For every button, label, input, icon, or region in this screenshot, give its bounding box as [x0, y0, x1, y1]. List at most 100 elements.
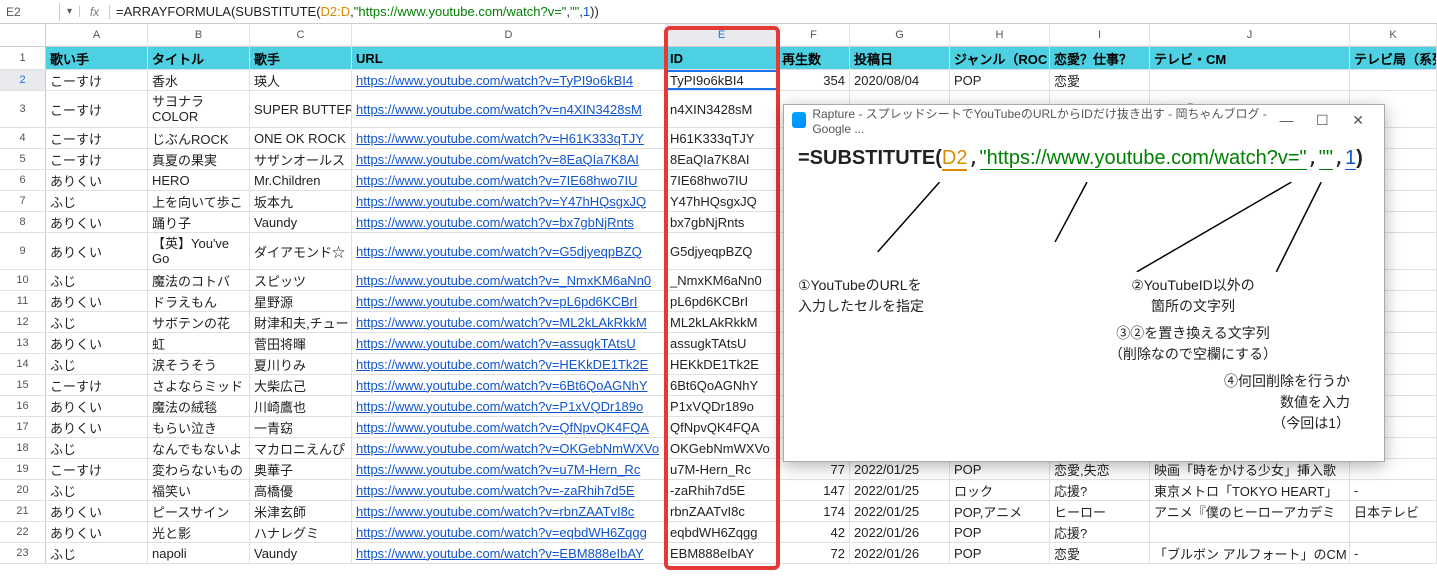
cell[interactable]: 菅田将暉 [250, 333, 352, 353]
row-number[interactable]: 6 [0, 170, 46, 190]
row-number[interactable]: 18 [0, 438, 46, 458]
cell[interactable]: サボテンの花 [148, 312, 250, 332]
row-number[interactable]: 7 [0, 191, 46, 211]
cell[interactable]: bx7gbNjRnts [666, 212, 778, 232]
cell[interactable]: 虹 [148, 333, 250, 353]
cell[interactable]: 7IE68hwo7IU [666, 170, 778, 190]
cell[interactable] [1350, 459, 1437, 479]
cell[interactable]: 魔法のコトバ [148, 270, 250, 290]
col-header-F[interactable]: F [778, 24, 850, 46]
cell[interactable]: 応援? [1050, 480, 1150, 500]
header-cell[interactable]: URL [352, 47, 666, 69]
cell[interactable]: 変わらないもの [148, 459, 250, 479]
row-number[interactable]: 14 [0, 354, 46, 374]
cell[interactable]: ハナレグミ [250, 522, 352, 542]
row-number[interactable]: 3 [0, 91, 46, 127]
col-header-D[interactable]: D [352, 24, 666, 46]
header-cell[interactable]: タイトル [148, 47, 250, 69]
cell[interactable]: pL6pd6KCBrI [666, 291, 778, 311]
cell[interactable]: 77 [778, 459, 850, 479]
cell[interactable]: eqbdWH6Zqgg [666, 522, 778, 542]
cell[interactable]: ありくい [46, 212, 148, 232]
close-button[interactable]: ✕ [1340, 112, 1376, 129]
row-number[interactable]: 11 [0, 291, 46, 311]
cell[interactable]: 星野源 [250, 291, 352, 311]
row-number[interactable]: 17 [0, 417, 46, 437]
cell[interactable]: https://www.youtube.com/watch?v=assugkTA… [352, 333, 666, 353]
cell[interactable]: 2022/01/25 [850, 501, 950, 521]
cell[interactable]: 香水 [148, 70, 250, 90]
formula-input[interactable]: =ARRAYFORMULA(SUBSTITUTE(D2:D,"https://w… [110, 2, 1437, 22]
col-header-A[interactable]: A [46, 24, 148, 46]
cell[interactable]: ありくい [46, 233, 148, 269]
cell[interactable]: じぶんROCK [148, 128, 250, 148]
cell[interactable]: ふじ [46, 543, 148, 563]
cell[interactable]: HEKkDE1Tk2E [666, 354, 778, 374]
cell[interactable]: 米津玄師 [250, 501, 352, 521]
cell[interactable]: 高橋優 [250, 480, 352, 500]
cell[interactable]: 恋愛,失恋 [1050, 459, 1150, 479]
cell[interactable]: ふじ [46, 270, 148, 290]
col-header-B[interactable]: B [148, 24, 250, 46]
cell[interactable]: 君はともだち 【英】You've Go [148, 233, 250, 269]
cell[interactable]: 恋愛 [1050, 70, 1150, 90]
cell[interactable]: _NmxKM6aNn0 [666, 270, 778, 290]
cell[interactable] [1350, 522, 1437, 542]
header-cell[interactable]: テレビ局（系列） [1350, 47, 1437, 69]
cell[interactable]: https://www.youtube.com/watch?v=bx7gbNjR… [352, 212, 666, 232]
cell[interactable]: 上を向いて歩こ [148, 191, 250, 211]
cell[interactable]: 8EaQIa7K8AI [666, 149, 778, 169]
col-header-C[interactable]: C [250, 24, 352, 46]
cell[interactable]: - [1350, 543, 1437, 563]
cell[interactable]: assugkTAtsU [666, 333, 778, 353]
cell[interactable]: ダイアモンド☆ [250, 233, 352, 269]
cell[interactable]: ふじ [46, 312, 148, 332]
row-number[interactable]: 13 [0, 333, 46, 353]
row-number[interactable]: 9 [0, 233, 46, 269]
cell[interactable]: ありくい [46, 522, 148, 542]
cell[interactable]: さよならミッド [148, 375, 250, 395]
cell[interactable]: 応援? [1050, 522, 1150, 542]
header-cell[interactable]: ID [666, 47, 778, 69]
cell[interactable]: https://www.youtube.com/watch?v=HEKkDE1T… [352, 354, 666, 374]
cell[interactable]: 大柴広己 [250, 375, 352, 395]
cell[interactable]: Y47hHQsgxJQ [666, 191, 778, 211]
cell[interactable]: 奥華子 [250, 459, 352, 479]
cell[interactable]: 6Bt6QoAGNhY [666, 375, 778, 395]
cell[interactable]: https://www.youtube.com/watch?v=_NmxKM6a… [352, 270, 666, 290]
cell[interactable]: 72 [778, 543, 850, 563]
cell[interactable]: https://www.youtube.com/watch?v=7IE68hwo… [352, 170, 666, 190]
cell[interactable]: サヨナラCOLOR [148, 91, 250, 127]
cell[interactable]: https://www.youtube.com/watch?v=TyPI9o6k… [352, 70, 666, 90]
cell[interactable]: 354 [778, 70, 850, 90]
cell[interactable]: Vaundy [250, 543, 352, 563]
cell[interactable]: 日本テレビ [1350, 501, 1437, 521]
cell[interactable]: 「ブルボン アルフォート」のCM [1150, 543, 1350, 563]
row-number[interactable]: 12 [0, 312, 46, 332]
cell[interactable]: ONE OK ROCK [250, 128, 352, 148]
cell[interactable]: 真夏の果実 [148, 149, 250, 169]
cell[interactable]: アニメ『僕のヒーローアカデミ [1150, 501, 1350, 521]
cell[interactable]: https://www.youtube.com/watch?v=EBM888eI… [352, 543, 666, 563]
cell[interactable]: https://www.youtube.com/watch?v=G5djyeqp… [352, 233, 666, 269]
cell[interactable]: https://www.youtube.com/watch?v=rbnZAATv… [352, 501, 666, 521]
cell[interactable]: https://www.youtube.com/watch?v=pL6pd6KC… [352, 291, 666, 311]
cell[interactable]: H61K333qTJY [666, 128, 778, 148]
cell[interactable]: OKGebNmWXVo [666, 438, 778, 458]
cell[interactable]: ありくい [46, 501, 148, 521]
col-header-J[interactable]: J [1150, 24, 1350, 46]
col-header-G[interactable]: G [850, 24, 950, 46]
cell[interactable]: G5djyeqpBZQ [666, 233, 778, 269]
cell[interactable]: https://www.youtube.com/watch?v=eqbdWH6Z… [352, 522, 666, 542]
cell[interactable]: 174 [778, 501, 850, 521]
header-cell[interactable]: 恋愛？仕事？ [1050, 47, 1150, 69]
cell[interactable]: こーすけ [46, 149, 148, 169]
cell[interactable]: 147 [778, 480, 850, 500]
cell[interactable]: ありくい [46, 170, 148, 190]
row-number[interactable]: 22 [0, 522, 46, 542]
cell[interactable]: n4XIN3428sM [666, 91, 778, 127]
cell[interactable]: こーすけ [46, 91, 148, 127]
row-number[interactable]: 21 [0, 501, 46, 521]
cell[interactable]: ありくい [46, 333, 148, 353]
cell[interactable]: 川崎鷹也 [250, 396, 352, 416]
